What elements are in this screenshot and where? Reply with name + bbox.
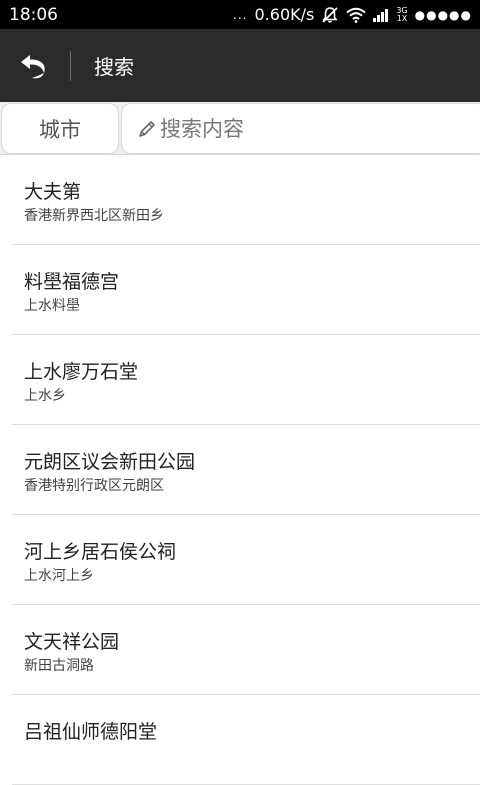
signal-dots: ●●●●●: [414, 7, 472, 22]
network-speed: 0.60K/s: [254, 5, 315, 24]
wifi-icon: [346, 7, 366, 23]
list-item[interactable]: 文天祥公园 新田古洞路: [12, 605, 480, 695]
page-title: 搜索: [94, 55, 134, 79]
result-list: 大夫第 香港新界西北区新田乡 料壆福德宫 上水料壆 上水廖万石堂 上水乡 元朗区…: [0, 155, 480, 785]
app-bar: 搜索: [0, 29, 480, 102]
item-subtitle: 香港新界西北区新田乡: [24, 208, 164, 224]
item-subtitle: 新田古洞路: [24, 658, 94, 674]
signal-bars-icon: [373, 8, 389, 22]
status-time: 18:06: [9, 4, 58, 25]
search-field[interactable]: [121, 103, 480, 154]
item-subtitle: 香港特别行政区元朗区: [24, 478, 164, 494]
status-bar: 18:06 ... 0.60K/s 3G 1X ●●●●●: [0, 0, 480, 29]
list-item[interactable]: 元朗区议会新田公园 香港特别行政区元朗区: [12, 425, 480, 515]
list-item[interactable]: 吕祖仙师德阳堂: [12, 695, 480, 785]
status-indicators: ... 0.60K/s 3G 1X ●●●●●: [233, 5, 472, 24]
pencil-icon: [139, 120, 155, 137]
network-type-label: 3G 1X: [396, 5, 408, 23]
item-subtitle: 上水料壆: [24, 298, 80, 314]
list-item[interactable]: 河上乡居石侯公祠 上水河上乡: [12, 515, 480, 605]
item-title: 文天祥公园: [24, 631, 120, 653]
list-item[interactable]: 上水廖万石堂 上水乡: [12, 335, 480, 425]
item-subtitle: 上水乡: [24, 388, 66, 404]
item-title: 河上乡居石侯公祠: [24, 541, 177, 563]
search-input[interactable]: [160, 116, 460, 141]
app-bar-divider: [70, 50, 71, 81]
item-title: 元朗区议会新田公园: [24, 451, 196, 473]
status-dots: ...: [233, 7, 248, 22]
search-row: 城市: [0, 102, 480, 155]
silent-mode-icon: [321, 6, 339, 24]
back-button[interactable]: [0, 29, 70, 102]
city-button[interactable]: 城市: [1, 103, 119, 154]
item-title: 上水廖万石堂: [24, 361, 139, 383]
item-title: 吕祖仙师德阳堂: [24, 721, 158, 743]
item-title: 料壆福德宫: [24, 271, 120, 293]
item-title: 大夫第: [24, 181, 82, 203]
back-arrow-icon: [21, 54, 45, 78]
item-subtitle: 上水河上乡: [24, 568, 94, 584]
list-item[interactable]: 料壆福德宫 上水料壆: [12, 245, 480, 335]
list-item[interactable]: 大夫第 香港新界西北区新田乡: [12, 155, 480, 245]
